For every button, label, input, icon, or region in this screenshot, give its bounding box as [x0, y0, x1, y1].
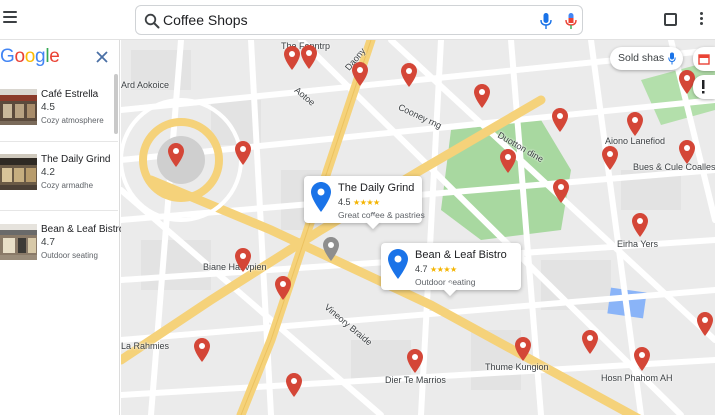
map-pin-icon[interactable] [286, 373, 302, 397]
map-canvas[interactable]: The Fepntrp Ard Aokoice Aotoe Daony Coon… [121, 40, 715, 415]
result-rating: 4.5 [41, 102, 55, 113]
calendar-icon [698, 54, 710, 65]
place-card-bean-leaf[interactable]: Bean & Leaf Bistro 4.7 ★★★★ Outdoor seat… [381, 243, 521, 297]
map-pin-icon[interactable] [352, 62, 368, 86]
mic-icon[interactable] [539, 12, 553, 30]
menu-icon[interactable] [3, 11, 17, 25]
map-pin-icon[interactable] [235, 248, 251, 272]
divider [0, 210, 118, 211]
search-icon [144, 13, 160, 29]
result-description: Cozy armadhe [41, 181, 94, 190]
map-pin-icon[interactable] [582, 330, 598, 354]
results-sidebar: Google Café Estrella 4.5 Cozy atmosphere [0, 40, 124, 415]
place-card-title: The Daily Grind [338, 182, 415, 194]
map-pin-icon[interactable] [552, 108, 568, 132]
logo-letter: e [49, 46, 60, 67]
map-pin-icon[interactable] [407, 349, 423, 373]
map-pin-icon [388, 249, 408, 279]
cafe-photo [0, 89, 37, 125]
search-input[interactable] [163, 10, 523, 30]
map-pin-icon[interactable] [194, 338, 210, 362]
google-logo: Google [0, 46, 60, 68]
map-pin-icon[interactable] [500, 149, 516, 173]
result-rating: 4.2 [41, 167, 55, 178]
result-description: Cozy atmosphere [41, 116, 104, 125]
result-item-cafe-estrella[interactable]: Café Estrella 4.5 Cozy atmosphere [0, 89, 116, 139]
map-label: Thume Kungion [485, 362, 549, 372]
map-pin-icon[interactable] [697, 312, 713, 336]
map-pin-icon[interactable] [634, 347, 650, 371]
map-pin-icon[interactable] [553, 179, 569, 203]
voice-search-mic-icon[interactable] [564, 12, 578, 30]
close-icon[interactable] [95, 50, 109, 64]
map-pin-icon[interactable] [627, 112, 643, 136]
map-label: La Rahmies [121, 341, 170, 351]
result-item-daily-grind[interactable]: The Daily Grind 4.2 Cozy armadhe [0, 154, 116, 204]
square-icon[interactable] [664, 13, 677, 26]
place-card-title: Bean & Leaf Bistro [415, 249, 507, 261]
logo-letter: o [24, 46, 36, 67]
logo-letter: G [0, 46, 15, 67]
place-card-rating: 4.5 ★★★★ [338, 197, 380, 207]
map-pin-icon[interactable] [401, 63, 417, 87]
map-pin-icon[interactable] [301, 45, 317, 69]
map-pin-icon[interactable] [275, 276, 291, 300]
result-name: Café Estrella [41, 89, 99, 100]
voice-chip-label: Sold shas [618, 52, 665, 64]
map-pin-icon[interactable] [632, 213, 648, 237]
search-box[interactable] [135, 5, 583, 35]
map-label: Eirha Yers [617, 239, 659, 249]
result-name: The Daily Grind [41, 154, 111, 165]
place-card-description: Great coffee & pastries [338, 210, 425, 220]
cafe-photo [0, 224, 37, 260]
place-card-daily-grind[interactable]: The Daily Grind 4.5 ★★★★ Great coffee & … [304, 176, 425, 230]
map-pin-icon[interactable] [679, 140, 695, 164]
mic-icon [668, 52, 676, 65]
map-pin-icon[interactable] [284, 46, 300, 70]
map-pin-icon[interactable] [168, 143, 184, 167]
map-pin-icon [311, 182, 331, 212]
map-pin-icon[interactable] [602, 146, 618, 170]
logo-letter: g [35, 46, 46, 67]
result-description: Outdoor seating [41, 251, 98, 260]
map-pin-icon[interactable] [235, 141, 251, 165]
map-pin-icon[interactable] [474, 84, 490, 108]
top-bar [0, 0, 715, 40]
place-card-rating: 4.7 ★★★★ [415, 264, 457, 274]
result-name: Bean & Leaf Bistro [41, 224, 125, 235]
result-item-bean-leaf[interactable]: Bean & Leaf Bistro 4.7 Outdoor seating [0, 224, 124, 274]
map-label: Bues & Cule Coalles [633, 162, 715, 172]
map-label: Aiono Lanefiod [605, 136, 666, 146]
alert-icon [702, 80, 705, 94]
map-label: Dier Te Marrios [385, 375, 446, 385]
calendar-button[interactable] [693, 47, 715, 71]
map-pin-icon[interactable] [515, 337, 531, 361]
map-label: Hosn Phahom AH [601, 373, 673, 383]
alert-button[interactable] [693, 75, 715, 99]
result-rating: 4.7 [41, 237, 55, 248]
cafe-photo [0, 154, 37, 190]
logo-letter: o [14, 46, 25, 67]
voice-chip[interactable]: Sold shas [610, 47, 683, 70]
divider [0, 141, 118, 142]
more-vert-icon[interactable] [700, 12, 704, 28]
map-label: Ard Aokoice [121, 80, 170, 90]
map-pin-icon[interactable] [323, 237, 339, 261]
